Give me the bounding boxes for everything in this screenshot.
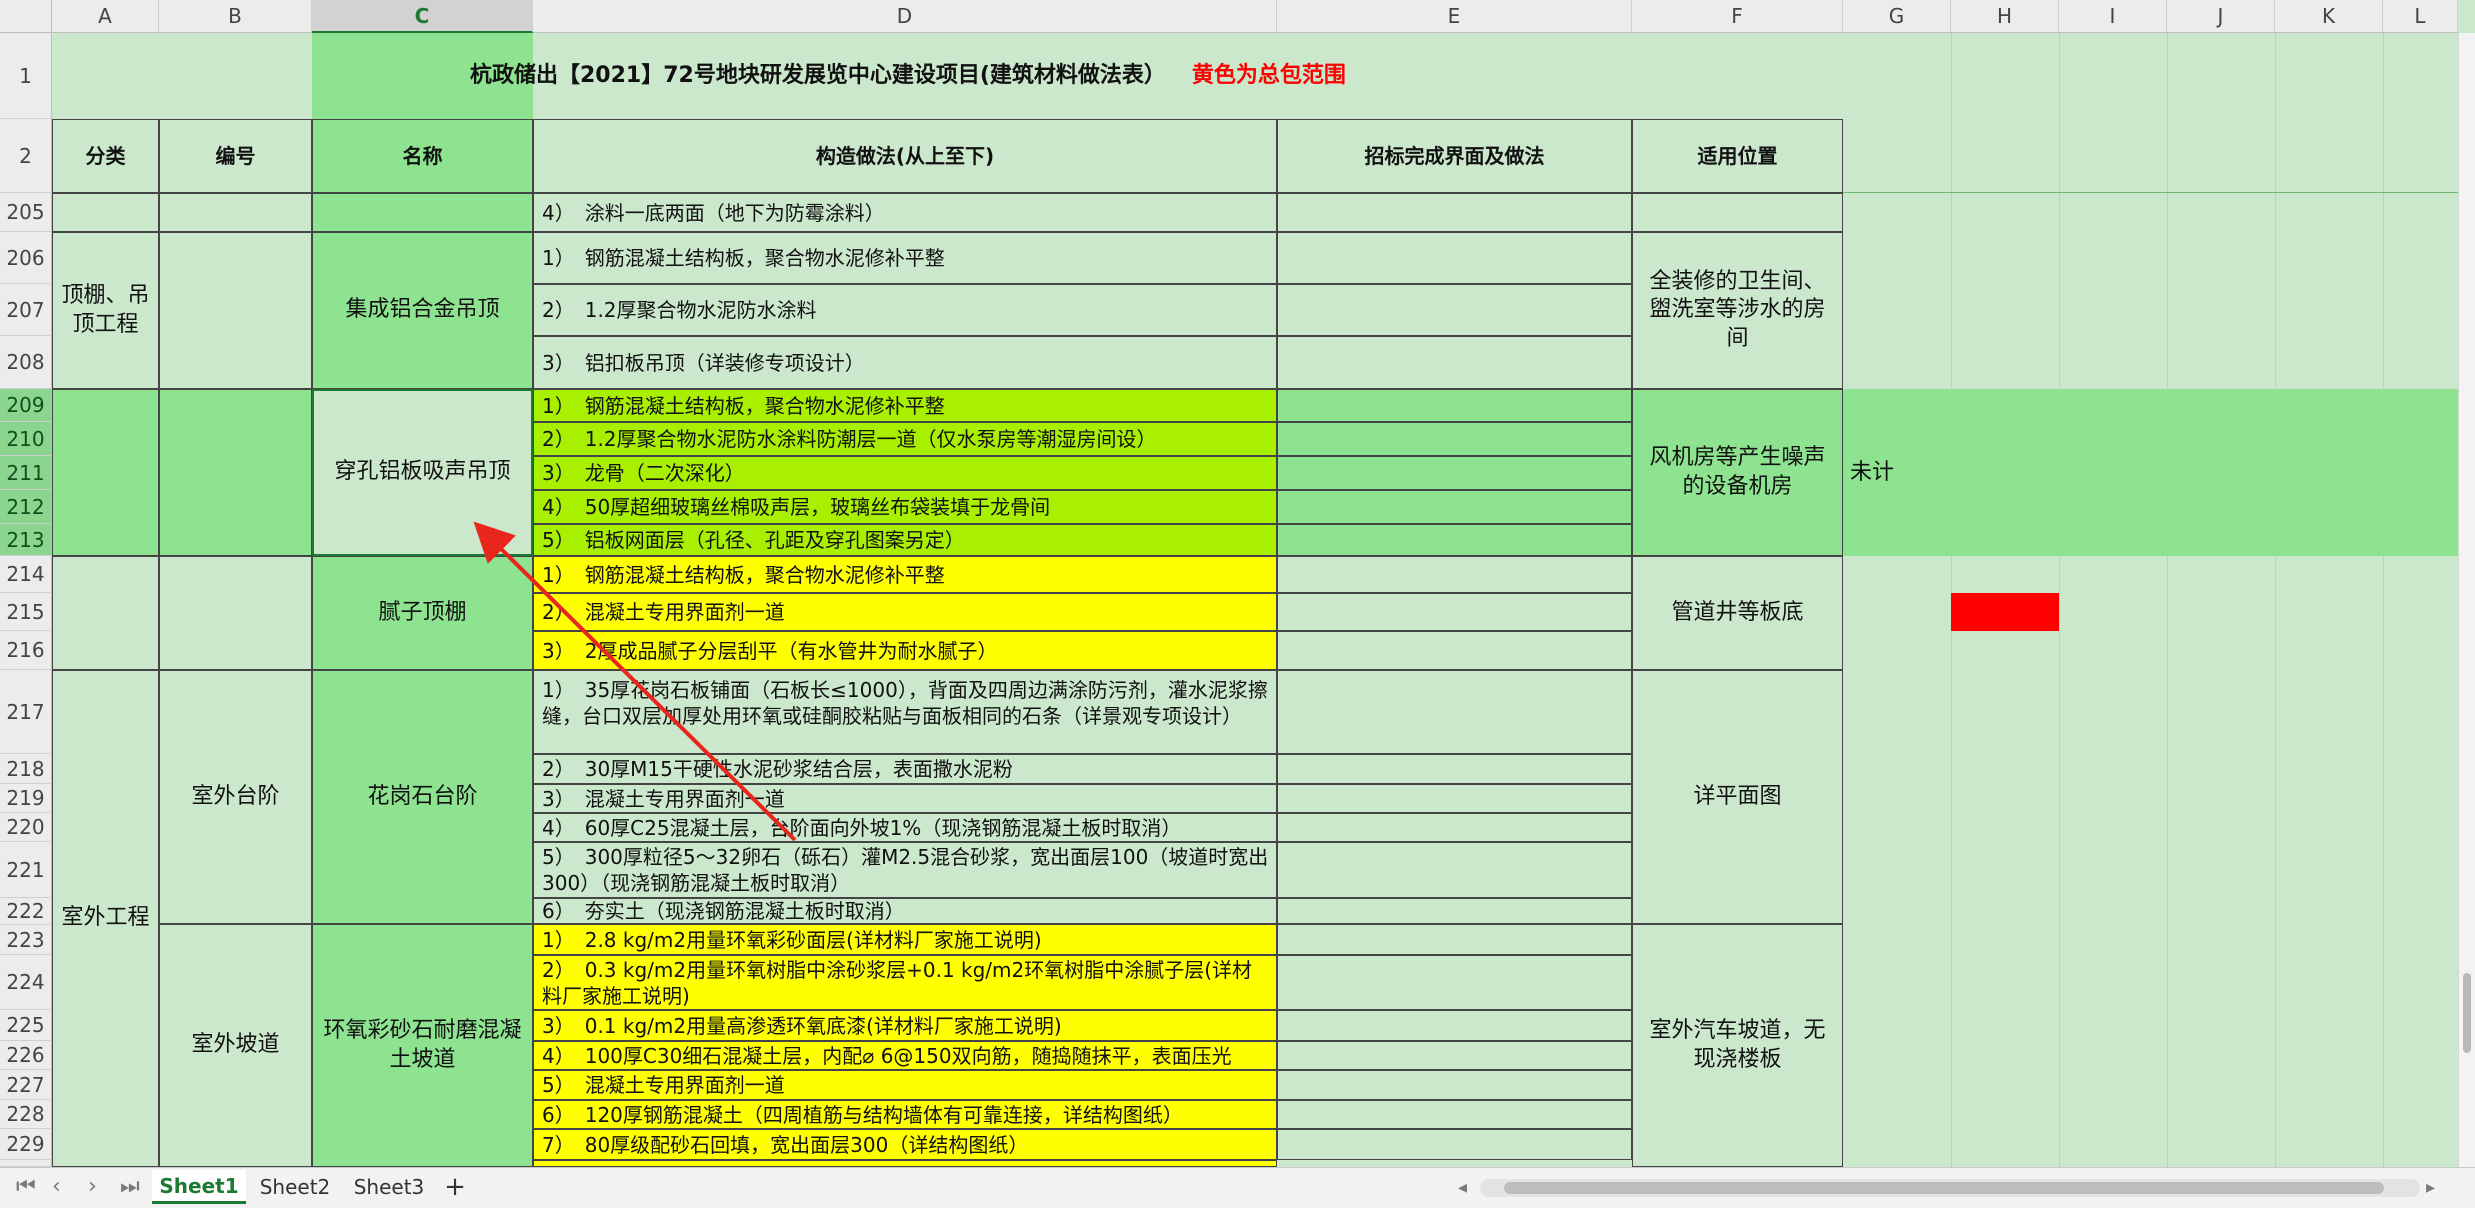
spreadsheet-grid[interactable]: A B C D E F G H I J K L 1 2 205 206 207 … xyxy=(0,0,2475,1167)
annotation-arrow xyxy=(473,521,797,842)
tab-sheet1[interactable]: Sheet1 xyxy=(152,1170,246,1204)
first-sheet-icon[interactable]: ⏮ xyxy=(16,1174,36,1199)
scroll-left-icon[interactable]: ◂ xyxy=(1458,1177,1467,1198)
last-sheet-icon[interactable]: ⏭ xyxy=(120,1174,140,1199)
horizontal-scroll-thumb[interactable] xyxy=(1504,1182,2384,1194)
tab-sheet2[interactable]: Sheet2 xyxy=(252,1170,338,1204)
next-sheet-icon[interactable]: › xyxy=(88,1174,97,1199)
tab-sheet3[interactable]: Sheet3 xyxy=(346,1170,432,1204)
sheet-tab-bar: ⏮ ‹ › ⏭ Sheet1 Sheet2 Sheet3 + ◂ ▸ xyxy=(0,1167,2475,1208)
scroll-right-icon[interactable]: ▸ xyxy=(2426,1177,2435,1198)
prev-sheet-icon[interactable]: ‹ xyxy=(52,1174,61,1199)
add-sheet-button[interactable]: + xyxy=(440,1170,470,1204)
horizontal-scrollbar[interactable] xyxy=(1480,1179,2420,1197)
